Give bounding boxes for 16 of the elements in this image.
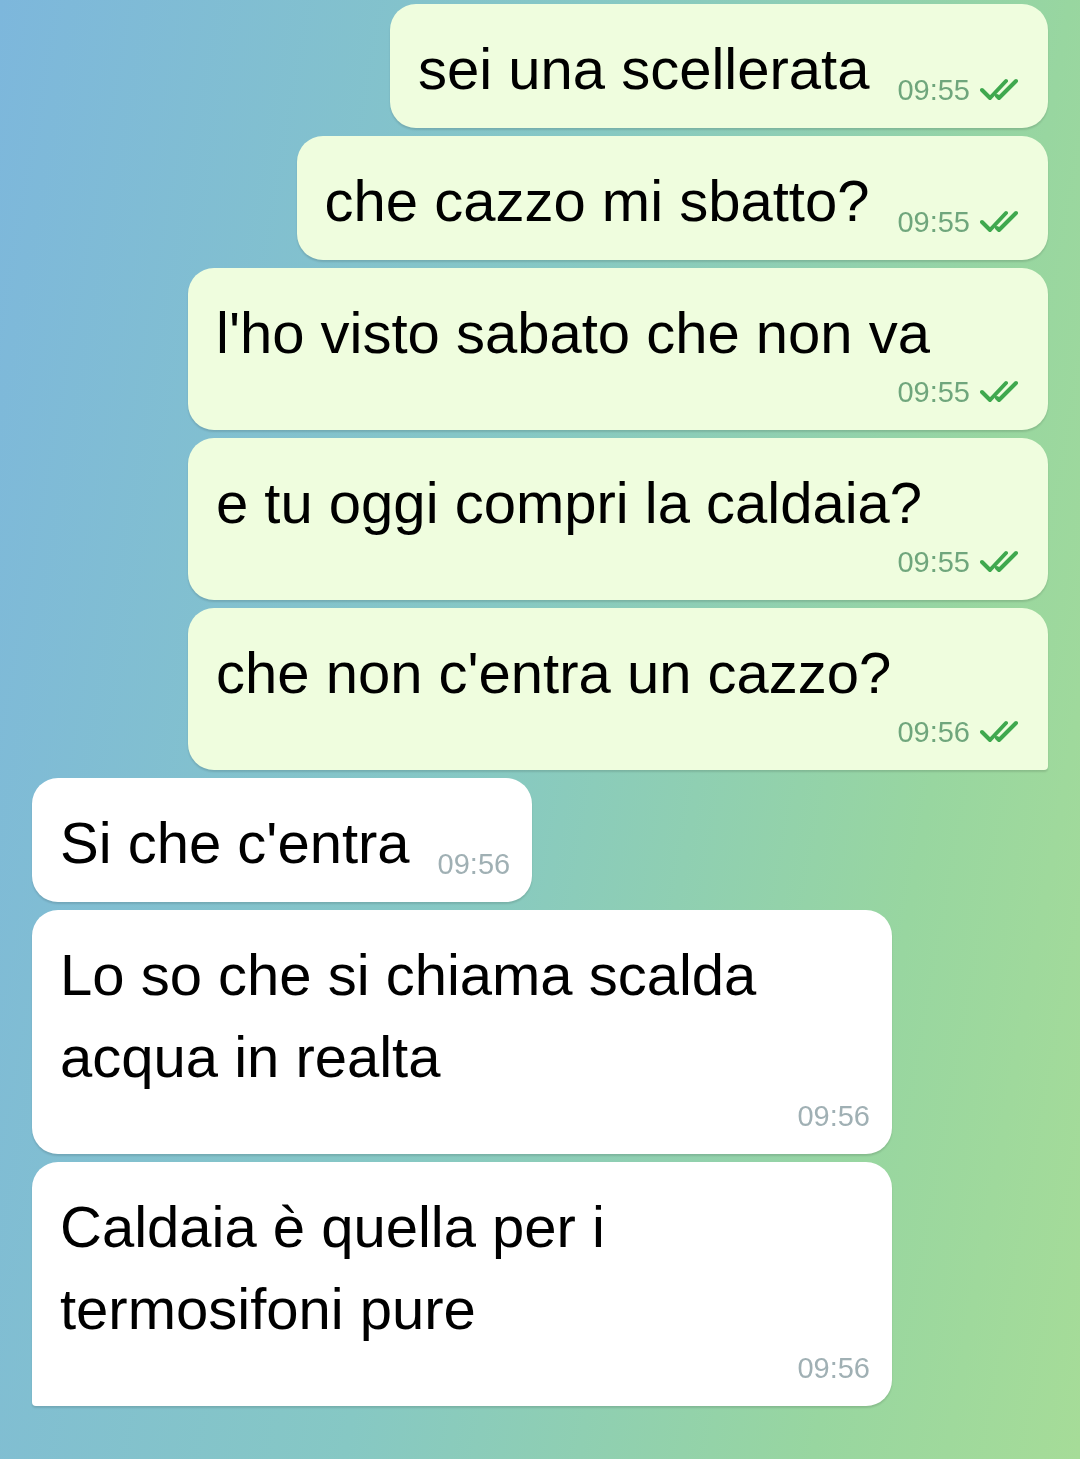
message-time: 09:55	[897, 375, 970, 410]
message-time: 09:55	[897, 73, 970, 108]
message-text: l'ho visto sabato che non va	[216, 299, 930, 367]
message-text: Lo so che si chiama scalda acqua in realta	[60, 941, 758, 1091]
message-text: Caldaia è quella per i termosifoni pure	[60, 1193, 606, 1343]
message-time: 09:55	[897, 545, 970, 580]
message-text: che cazzo mi sbatto?	[324, 167, 870, 235]
message-time: 09:56	[797, 1351, 870, 1386]
message-time: 09:56	[897, 715, 970, 750]
message-time: 09:56	[797, 1099, 870, 1134]
message-text: Si che c'entra	[60, 809, 410, 877]
message-time: 09:56	[437, 847, 511, 882]
message-time: 09:55	[897, 205, 970, 240]
message-text: che non c'entra un cazzo?	[216, 639, 892, 707]
message-text: e tu oggi compri la caldaia?	[216, 469, 923, 537]
message-text: sei una scellerata	[418, 35, 870, 103]
